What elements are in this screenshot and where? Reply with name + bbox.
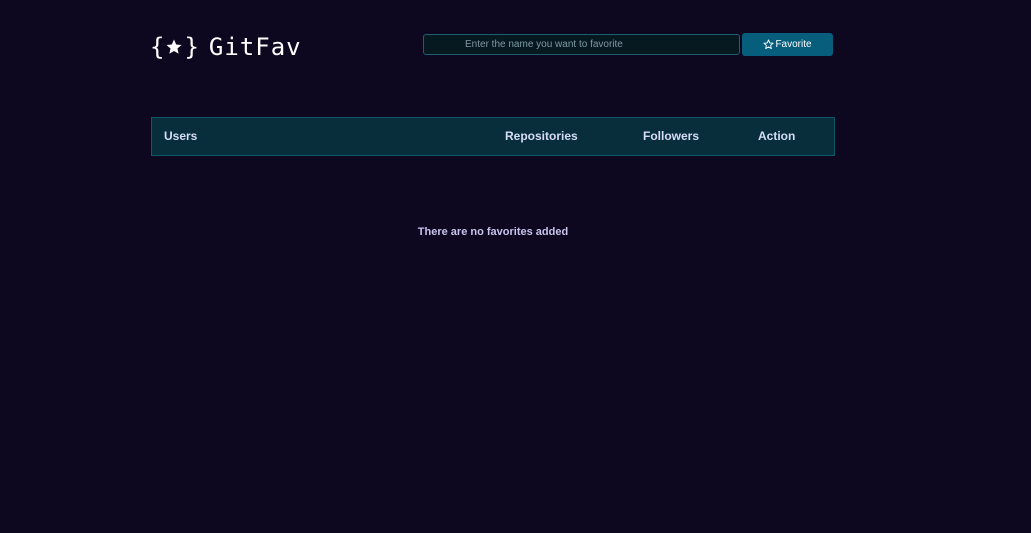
app-logo: { } GitFav bbox=[150, 33, 302, 61]
column-header-action: Action bbox=[758, 129, 796, 143]
brand-name: GitFav bbox=[208, 33, 302, 61]
favorite-button[interactable]: Favorite bbox=[742, 33, 833, 56]
empty-state-message: There are no favorites added bbox=[417, 226, 569, 238]
search-bar: Favorite bbox=[423, 33, 833, 56]
column-header-repositories: Repositories bbox=[505, 129, 578, 143]
column-header-followers: Followers bbox=[643, 129, 700, 143]
favorites-table-header: Users Repositories Followers Action bbox=[151, 117, 835, 156]
search-input[interactable] bbox=[423, 34, 740, 55]
app-root: { } GitFav Favorite Users Repositories F… bbox=[0, 0, 1031, 533]
curly-braces-star-icon: { } bbox=[150, 33, 199, 61]
column-header-users: Users bbox=[164, 129, 198, 143]
favorite-button-label: Favorite bbox=[775, 39, 812, 50]
star-outline-icon bbox=[763, 39, 774, 50]
